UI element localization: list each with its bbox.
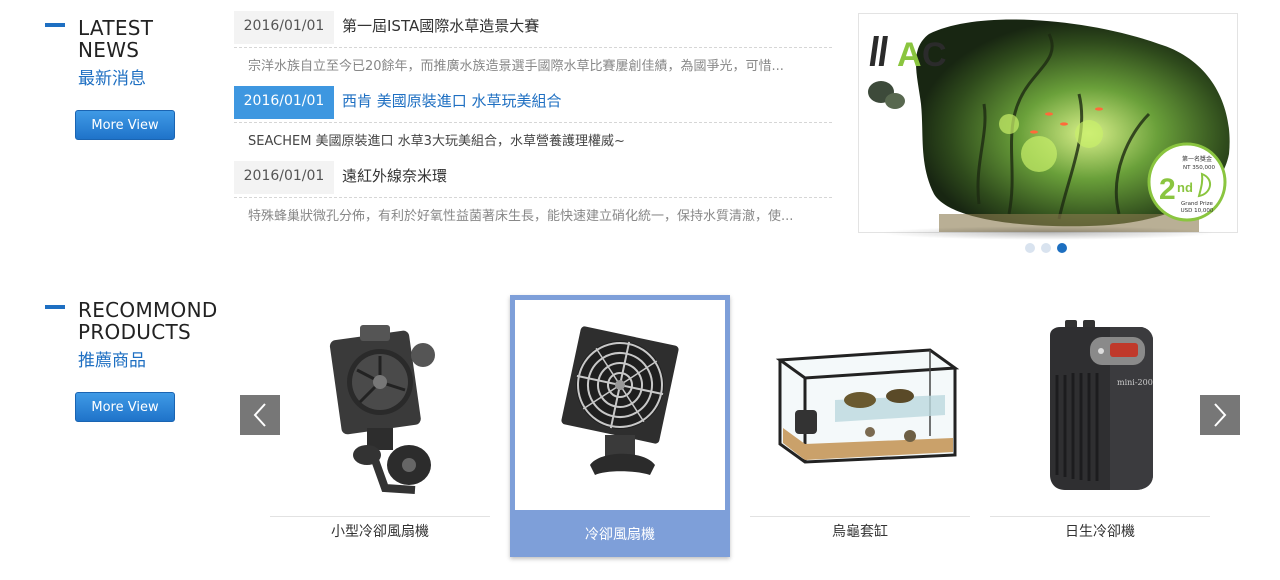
chevron-left-icon [253,403,266,427]
aquascape-banner-image: A C 第一名獎金 NT 350,000 2 nd Grand Prize US… [868,19,1230,232]
products-title-line1: RECOMMOND [78,298,218,322]
badge-rank-number: 2 [1159,173,1176,206]
banner-dot-active[interactable] [1057,243,1067,253]
product-card-selected[interactable]: 冷卻風扇機 [510,295,730,557]
banner-dot[interactable] [1025,243,1035,253]
product-name[interactable]: 冷卻風扇機 [510,513,730,557]
badge-usd-text: USD 10,000 [1181,208,1214,214]
products-more-view-button[interactable]: More View [75,392,175,422]
products-section-marker [45,305,65,309]
news-title-link[interactable]: 遠紅外線奈米環 [342,161,447,191]
banner-shadow [880,226,1215,240]
clip-fan-icon [329,325,435,494]
products-title-en: RECOMMOND PRODUCTS [78,299,218,343]
product-image [750,295,970,515]
chiller-icon: mini-200 [1050,320,1153,490]
news-title-line1: LATEST [78,16,154,40]
logo-c: C [922,36,947,74]
news-section-marker [45,23,65,27]
product-name[interactable]: 日生冷卻機 [990,519,1210,557]
product-card[interactable]: 小型冷卻風扇機 [270,295,490,557]
banner-pagination [1025,243,1067,253]
product-image [270,295,490,515]
news-date: 2016/01/01 [234,161,334,194]
badge-top-text: 第一名獎金 [1182,155,1212,163]
product-divider [990,516,1210,517]
product-image [515,300,725,510]
product-card[interactable]: 烏龜套缸 [750,295,970,557]
news-banner[interactable]: A C 第一名獎金 NT 350,000 2 nd Grand Prize US… [858,13,1238,233]
product-name[interactable]: 烏龜套缸 [750,519,970,557]
badge-rank-suffix: nd [1177,180,1193,195]
news-item-title-row[interactable]: 2016/01/01 第一屆ISTA國際水草造景大賽 [234,11,832,48]
news-more-view-button[interactable]: More View [75,110,175,140]
news-desc[interactable]: SEACHEM 美國原裝進口 水草3大玩美組合，水草營養護理權威~ [234,123,832,161]
products-title-line2: PRODUCTS [78,320,192,344]
news-desc[interactable]: 特殊蜂巢狀微孔分佈，有利於好氧性益菌著床生長，能快速建立硝化統一，保持水質清澈，… [234,198,832,236]
badge-grand-text: Grand Prize [1181,201,1214,207]
logo-a: A [897,36,922,74]
news-title-link[interactable]: 西肯 美國原裝進口 水草玩美組合 [342,86,562,116]
news-date: 2016/01/01 [234,11,334,44]
news-title-line2: NEWS [78,38,140,62]
news-item-title-row[interactable]: 2016/01/01 西肯 美國原裝進口 水草玩美組合 [234,86,832,123]
product-card[interactable]: mini-200 日生冷卻機 [990,295,1210,557]
award-badge: 第一名獎金 NT 350,000 2 nd Grand Prize USD 10… [1147,142,1227,222]
turtle-tank-icon [775,348,960,464]
news-list: 2016/01/01 第一屆ISTA國際水草造景大賽 宗洋水族自立至今已20餘年… [234,11,832,236]
product-divider [270,516,490,517]
news-title-link[interactable]: 第一屆ISTA國際水草造景大賽 [342,11,539,41]
news-item-title-row[interactable]: 2016/01/01 遠紅外線奈米環 [234,161,832,198]
product-name[interactable]: 小型冷卻風扇機 [270,519,490,557]
chevron-right-icon [1214,403,1227,427]
news-title-en: LATEST NEWS [78,17,153,61]
badge-amount-text: NT 350,000 [1183,165,1215,171]
news-title-zh: 最新消息 [78,69,146,89]
news-date: 2016/01/01 [234,86,334,119]
product-image: mini-200 [990,295,1210,515]
product-divider [750,516,970,517]
chiller-model-label: mini-200 [1117,378,1153,387]
banner-dot[interactable] [1041,243,1051,253]
news-desc[interactable]: 宗洋水族自立至今已20餘年，而推廣水族造景選手國際水草比賽屢創佳績，為國爭光，可… [234,48,832,86]
fan-icon [561,326,679,475]
products-title-zh: 推薦商品 [78,351,146,371]
